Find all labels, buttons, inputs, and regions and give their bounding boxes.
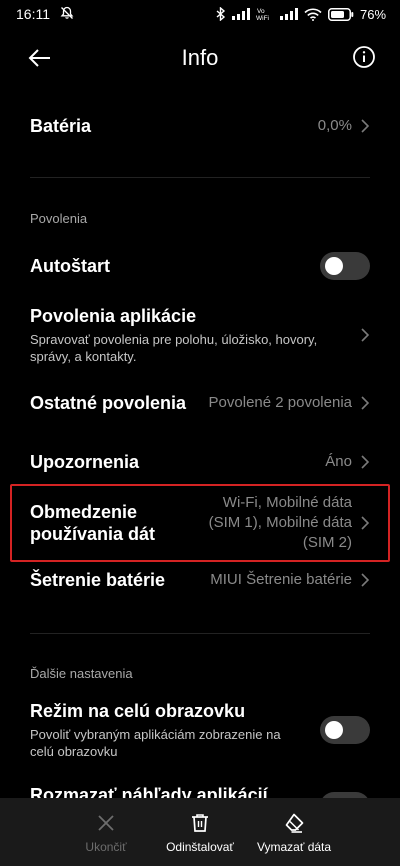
status-bar: 16:11 Vo WiFi 76%: [0, 0, 400, 28]
end-button[interactable]: Ukončiť: [62, 812, 150, 866]
battery-percent: 76%: [359, 6, 386, 22]
chevron-right-icon: [361, 516, 370, 530]
uninstall-button-label: Odinštalovať: [166, 840, 234, 854]
battery-label: Batéria: [30, 116, 92, 136]
info-icon[interactable]: [352, 45, 376, 69]
section-divider: [30, 177, 370, 178]
other-permissions-value: Povolené 2 povolenia: [208, 394, 352, 411]
notifications-row[interactable]: Upozornenia Áno: [0, 440, 400, 484]
notifications-label: Upozornenia: [30, 452, 140, 472]
app-permissions-row[interactable]: Povolenia aplikácie Spravovať povolenia …: [0, 302, 400, 368]
page-title: Info: [181, 45, 219, 70]
chevron-right-icon: [361, 455, 370, 469]
uninstall-button[interactable]: Odinštalovať: [156, 812, 244, 866]
end-button-label: Ukončiť: [85, 840, 127, 854]
wifi-icon: [304, 8, 322, 21]
clear-data-button[interactable]: Vymazať dáta: [250, 812, 338, 866]
chevron-right-icon: [361, 396, 370, 410]
chevron-right-icon: [361, 119, 370, 133]
close-icon: [98, 815, 114, 831]
vowifi-label: Vo WiFi: [256, 7, 274, 21]
back-arrow-icon[interactable]: [26, 44, 54, 72]
data-usage-restriction-value: Wi-Fi, Mobilné dáta (SIM 1), Mobilné dát…: [208, 494, 352, 551]
fullscreen-mode-toggle[interactable]: [320, 716, 370, 744]
toggle-knob: [325, 721, 343, 739]
signal-sim2-icon: [279, 8, 298, 20]
autostart-toggle[interactable]: [320, 252, 370, 280]
battery-value: 0,0%: [317, 117, 352, 134]
battery-row[interactable]: Batéria 0,0%: [0, 104, 400, 148]
other-permissions-row[interactable]: Ostatné povolenia Povolené 2 povolenia: [0, 381, 400, 425]
battery-saver-value: MIUI Šetrenie batérie: [210, 571, 352, 588]
toggle-knob: [325, 257, 343, 275]
battery-saver-row[interactable]: Šetrenie batérie MIUI Šetrenie batérie: [0, 558, 400, 602]
section-divider: [30, 633, 370, 634]
eraser-icon: [285, 813, 304, 833]
notifications-value: Áno: [325, 453, 352, 470]
autostart-label: Autoštart: [30, 256, 110, 276]
app-permissions-label: Povolenia aplikácie: [30, 306, 197, 326]
trash-icon: [192, 814, 208, 832]
app-permissions-description: Spravovať povolenia pre polohu, úložisko…: [30, 332, 318, 364]
mute-notifications-icon: [60, 6, 74, 23]
fullscreen-mode-description: Povoliť vybraným aplikáciám zobrazenie n…: [30, 727, 281, 759]
data-usage-restriction-row[interactable]: Obmedzenie používania dát Wi-Fi, Mobilné…: [0, 488, 400, 558]
app-bar: Info: [0, 30, 400, 86]
other-permissions-label: Ostatné povolenia: [30, 393, 187, 413]
battery-saver-label: Šetrenie batérie: [30, 570, 166, 590]
signal-sim1-icon: [231, 8, 250, 20]
bottom-action-bar: Ukončiť Odinštalovať Vymazať dáta: [0, 798, 400, 866]
chevron-right-icon: [361, 573, 370, 587]
chevron-right-icon: [361, 328, 370, 342]
section-title-permissions: Povolenia: [30, 211, 88, 226]
clear-data-button-label: Vymazať dáta: [256, 840, 332, 854]
fullscreen-mode-label: Režim na celú obrazovku: [30, 701, 246, 721]
bluetooth-icon: [216, 7, 226, 21]
svg-text:WiFi: WiFi: [256, 15, 269, 21]
battery-icon: [327, 7, 354, 21]
status-time: 16:11: [16, 6, 50, 22]
section-title-additional: Ďalšie nastavenia: [30, 666, 133, 681]
autostart-row[interactable]: Autoštart: [0, 244, 400, 288]
data-usage-restriction-label: Obmedzenie používania dát: [30, 502, 156, 544]
svg-text:Vo: Vo: [257, 8, 265, 15]
fullscreen-mode-row[interactable]: Režim na celú obrazovku Povoliť vybraným…: [0, 698, 400, 762]
